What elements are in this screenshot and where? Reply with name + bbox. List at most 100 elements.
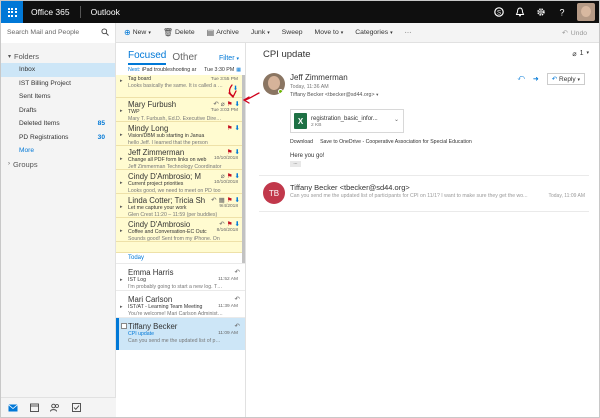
expand-icon[interactable]: ▸ [120, 228, 123, 234]
search-input[interactable]: Search Mail and People [1, 22, 116, 43]
flag-icon[interactable]: ⚑ [227, 172, 233, 180]
people-icon[interactable] [50, 403, 60, 412]
reply-icon[interactable]: ↶ [211, 196, 216, 204]
more-commands-button[interactable]: ··· [399, 23, 418, 43]
save-to-onedrive-link[interactable]: Save to OneDrive - Cooperative Associati… [320, 139, 472, 145]
pin-icon[interactable]: ⬇ [235, 196, 240, 204]
sender-avatar[interactable] [263, 73, 285, 95]
list-item[interactable]: Jeff Zimmerman ▸ Change all PDF form lin… [116, 146, 245, 170]
pin-icon[interactable]: ⬇ [235, 124, 240, 132]
reply-icon[interactable]: ↶ [213, 100, 218, 108]
folder-sent-items[interactable]: Sent Items [1, 90, 115, 104]
attachment-icon[interactable]: ⌀ [221, 100, 225, 108]
reply-icon[interactable]: ↶ [235, 322, 240, 330]
folder-drafts[interactable]: Drafts [1, 104, 115, 118]
list-item[interactable]: Mindy Long ▸ Vision/DBM sub starting in … [116, 122, 245, 146]
flag-icon[interactable]: ⚑ [227, 148, 233, 156]
delete-button[interactable]: 🗑 Delete [157, 23, 201, 43]
plus-icon: ⊕ [124, 28, 131, 37]
undo-button[interactable]: ↶ Undo [562, 23, 587, 43]
forward-icon[interactable]: ➜ [533, 75, 539, 83]
reply-button[interactable]: ↶ Reply ▾ [546, 73, 585, 85]
flag-icon[interactable]: ⚑ [227, 100, 233, 108]
search-icon[interactable] [101, 27, 109, 38]
pin-icon[interactable]: ⬇ [235, 148, 240, 156]
flag-icon[interactable]: ⚑ [227, 124, 233, 132]
folder-ist-billing-project[interactable]: IST Billing Project [1, 77, 115, 91]
folder-pd-registrations[interactable]: PD Registrations 30 [1, 131, 115, 145]
attachment-card[interactable]: X registration_basic_infor... 2 KB ⌄ [290, 109, 404, 133]
select-checkbox[interactable] [121, 323, 127, 329]
previous-sender[interactable]: Tiffany Becker <tbecker@sd44.org> [290, 183, 410, 192]
expand-icon[interactable]: ▸ [120, 204, 123, 210]
list-item[interactable]: Cindy D'Ambrosio; M ▸ Current project pr… [116, 170, 245, 194]
groups-header[interactable]: › Groups [1, 157, 115, 171]
move-to-button[interactable]: Move to ▾ [309, 23, 350, 43]
sender-name[interactable]: Jeff Zimmerman [290, 73, 348, 82]
notifications-icon[interactable] [514, 6, 526, 18]
pin-icon[interactable]: ⬇ [233, 85, 238, 92]
brand-label[interactable]: Office 365 [23, 6, 81, 18]
list-item[interactable]: Cindy D'Ambrosio ▸ Coffee and Conversati… [116, 218, 245, 242]
list-item[interactable]: Mary Furbush ▸ TWP Mary T. Furbush, Ed.D… [116, 98, 245, 122]
reply-icon[interactable]: ↶ [235, 295, 240, 303]
help-icon[interactable]: ? [556, 6, 568, 18]
show-quoted-text-button[interactable]: ... [290, 161, 301, 167]
categories-button[interactable]: Categories ▾ [349, 23, 398, 43]
filter-button[interactable]: Filter ▾ [219, 55, 239, 62]
pin-icon[interactable]: ⬇ [235, 100, 240, 108]
junk-button[interactable]: Junk ▾ [245, 23, 276, 43]
archive-button[interactable]: ▤ Archive [201, 23, 245, 43]
expand-icon[interactable]: ▸ [120, 156, 123, 162]
ellipsis-icon: ··· [404, 29, 412, 36]
previous-time: Today, 11:09 AM [548, 193, 585, 199]
folder-deleted-items[interactable]: Deleted Items 85 [1, 117, 115, 131]
reply-icon[interactable]: ↶ [219, 220, 224, 228]
folder-inbox[interactable]: Inbox [1, 63, 115, 77]
expand-icon[interactable]: ▸ [120, 108, 123, 114]
more-folders-link[interactable]: More [1, 144, 115, 157]
tab-other[interactable]: Other [172, 52, 197, 65]
flag-icon[interactable]: ⚑ [227, 196, 233, 204]
avatar[interactable]: TB [263, 182, 285, 204]
new-button[interactable]: ⊕ New ▾ [116, 23, 157, 43]
expand-icon[interactable]: ▸ [120, 78, 123, 84]
calendar-icon[interactable]: ▦ [219, 196, 225, 204]
folders-header[interactable]: ▾ Folders [1, 49, 115, 63]
mail-icon[interactable] [8, 403, 18, 412]
tasks-icon[interactable] [71, 403, 81, 412]
conversation-count[interactable]: ⌀ 1 ▾ [572, 50, 589, 58]
chevron-down-icon[interactable]: ⌄ [394, 116, 399, 123]
chevron-down-icon: ▾ [148, 29, 151, 36]
chevron-down-icon[interactable]: ▾ [376, 92, 378, 97]
pin-icon[interactable]: ⬇ [235, 172, 240, 180]
flag-icon[interactable]: ⚑ [227, 220, 233, 228]
reply-all-icon[interactable]: ⤺ [517, 75, 524, 83]
list-item-selected[interactable]: Tiffany Becker CPI update Can you send m… [116, 318, 245, 350]
skype-icon[interactable]: S [493, 6, 505, 18]
reply-icon[interactable]: ↶ [235, 268, 240, 276]
calendar-icon[interactable] [29, 403, 39, 412]
app-launcher-button[interactable] [1, 1, 23, 23]
scrollbar[interactable] [242, 75, 245, 263]
user-avatar[interactable] [577, 3, 595, 21]
expand-icon[interactable]: ▸ [120, 304, 123, 310]
list-item[interactable]: Emma Harris ▸ IST Log I'm probably going… [116, 264, 245, 291]
list-item[interactable]: ▸ Tag board Looks basically the same. It… [116, 75, 245, 98]
expand-icon[interactable]: ▸ [120, 277, 123, 283]
quick-actions: ↶ ⚑ ⬇ [219, 220, 240, 228]
download-link[interactable]: Download [290, 139, 313, 145]
list-item[interactable]: Linda Cotter; Tricia Sh ▸ Let me capture… [116, 194, 245, 218]
recipients: Tiffany Becker <tbecker@sd44.org> ▾ [290, 92, 379, 98]
previous-preview[interactable]: Can you send me the updated list of part… [290, 193, 550, 199]
expand-icon[interactable]: ▸ [120, 180, 123, 186]
next-event-banner[interactable]: Next: iPad troubleshooting ar Tue 3:30 P… [116, 65, 245, 75]
expand-icon[interactable]: ▸ [120, 132, 123, 138]
settings-gear-icon[interactable] [535, 6, 547, 18]
command-bar: Search Mail and People ⊕ New ▾ 🗑 Delete … [1, 22, 599, 43]
sweep-button[interactable]: Sweep [276, 23, 309, 43]
attachment-icon[interactable]: ⌀ [221, 172, 225, 180]
tab-focused[interactable]: Focused [128, 50, 167, 65]
list-item[interactable]: Mari Carlson ▸ IST/AT - Learning Team Me… [116, 291, 245, 318]
pin-icon[interactable]: ⬇ [235, 220, 240, 228]
